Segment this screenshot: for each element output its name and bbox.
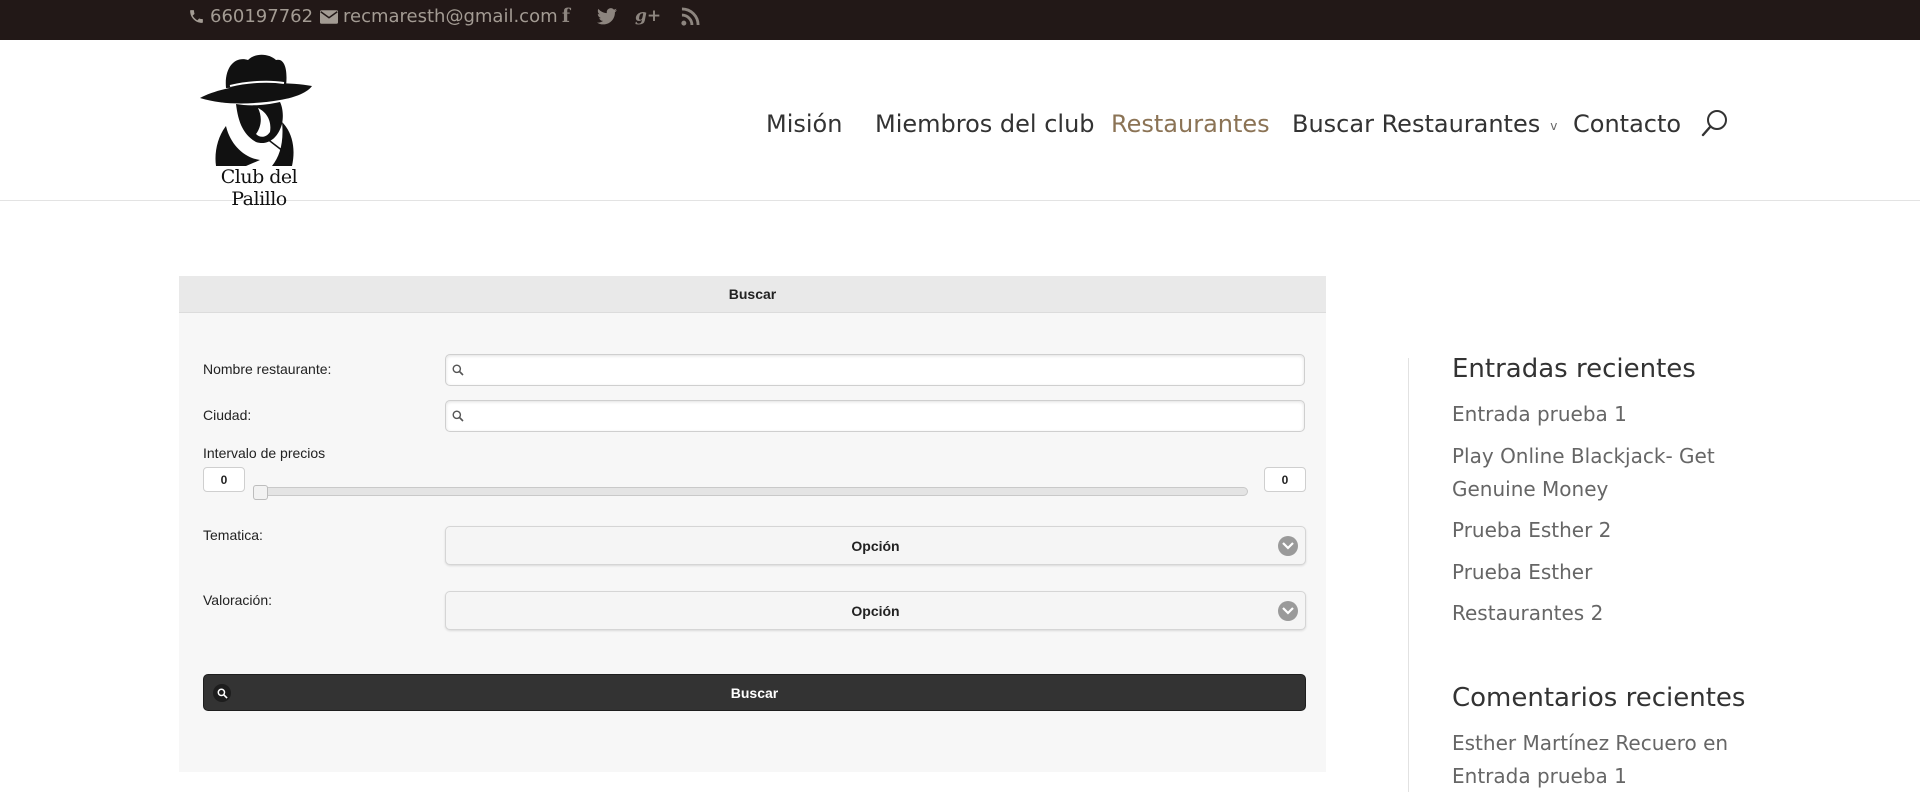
entrada-link[interactable]: Prueba Esther [1452, 556, 1752, 589]
chevron-down-icon [1278, 601, 1298, 621]
nav-item-mision[interactable]: Misión [766, 106, 842, 142]
entrada-link[interactable]: Prueba Esther 2 [1452, 514, 1752, 547]
logo-text: Club del Palillo [220, 166, 298, 210]
nav-item-buscar-restaurantes[interactable]: Buscar Restaurantes v [1292, 106, 1557, 142]
nav-item-restaurantes[interactable]: Restaurantes [1111, 106, 1270, 142]
precio-max-input[interactable]: 0 [1264, 467, 1306, 492]
phone-link[interactable]: 660197762 [188, 0, 313, 33]
tematica-select[interactable]: Opción [445, 526, 1306, 565]
tematica-label: Tematica: [203, 527, 263, 543]
phone-number: 660197762 [210, 6, 314, 27]
valoracion-value: Opción [851, 602, 900, 619]
nav-item-contacto[interactable]: Contacto [1573, 106, 1681, 142]
entrada-link[interactable]: Entrada prueba 1 [1452, 398, 1752, 431]
magnifier-icon [452, 364, 464, 376]
nombre-restaurante-input[interactable] [445, 354, 1305, 386]
ciudad-label: Ciudad: [203, 407, 252, 423]
site-header: Club del Palillo Misión Miembros del clu… [0, 40, 1920, 210]
valoracion-select[interactable]: Opción [445, 591, 1306, 630]
magnifier-icon [452, 410, 464, 422]
nav-item-miembros[interactable]: Miembros del club [875, 106, 1095, 142]
entrada-link[interactable]: Restaurantes 2 [1452, 597, 1752, 630]
site-logo[interactable]: Club del Palillo [196, 48, 322, 210]
envelope-icon [320, 9, 338, 24]
search-form-header: Buscar [179, 276, 1326, 313]
google-plus-icon[interactable]: g+ [635, 3, 661, 29]
sidebar-divider [1408, 358, 1409, 792]
ciudad-input[interactable] [445, 400, 1305, 432]
top-bar: 660197762 recmaresth@gmail.com f g+ [0, 0, 1920, 40]
gangster-logo-icon [200, 54, 312, 166]
buscar-submit-label: Buscar [730, 684, 779, 701]
chevron-down-icon: v [1550, 119, 1558, 133]
comentario-link[interactable]: Esther Martínez Recuero en Entrada prueb… [1452, 727, 1752, 793]
rss-icon[interactable] [677, 3, 703, 29]
email-address: recmaresth@gmail.com [343, 6, 558, 27]
twitter-icon[interactable] [594, 3, 620, 29]
comentarios-recientes-title: Comentarios recientes [1452, 683, 1746, 713]
search-form-panel: Buscar Nombre restaurante: Ciudad: Inter… [179, 276, 1326, 772]
valoracion-label: Valoración: [203, 592, 273, 608]
precio-label: Intervalo de precios [203, 445, 326, 461]
nav-item-buscar-label: Buscar Restaurantes [1292, 110, 1541, 138]
nombre-label: Nombre restaurante: [203, 361, 332, 377]
entradas-recientes-title: Entradas recientes [1452, 354, 1696, 384]
precio-slider-handle[interactable] [253, 485, 268, 500]
entrada-link[interactable]: Play Online Blackjack- Get Genuine Money [1452, 440, 1752, 506]
tematica-value: Opción [851, 537, 900, 554]
chevron-down-icon [1278, 536, 1298, 556]
phone-icon [190, 10, 203, 23]
precio-slider-track[interactable] [254, 487, 1248, 496]
facebook-icon[interactable]: f [553, 3, 579, 29]
precio-min-input[interactable]: 0 [203, 467, 245, 492]
email-link[interactable]: recmaresth@gmail.com [320, 0, 558, 33]
buscar-submit-button[interactable]: Buscar [203, 674, 1306, 711]
search-icon [213, 684, 231, 702]
search-icon[interactable] [1700, 108, 1730, 140]
